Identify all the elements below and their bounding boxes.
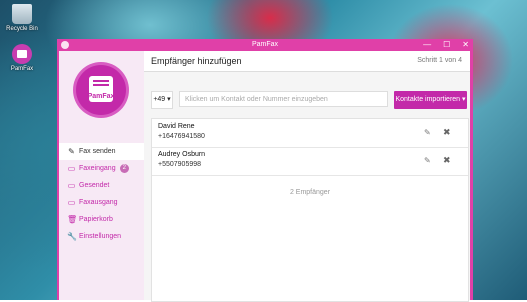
close-button[interactable]: ✕ [462,39,469,51]
recipient-number: +16476941580 [158,133,205,140]
desktop-icon-label: PamFax [10,66,34,72]
sidebar-nav: ✎ Fax senden ▭ Faxeingang 2 ▭ Gesendet ▭… [59,143,144,245]
page-title: Empfänger hinzufügen [151,56,242,66]
sidebar-item-einstellungen[interactable]: 🔧 Einstellungen [59,228,144,245]
recipient-list: David Rene +16476941580 ✎ ✖ Audrey Osbur… [151,118,469,302]
recipient-name: David Rene [158,123,195,130]
sidebar-item-label: Papierkorb [79,216,113,223]
app-icon [61,41,69,49]
sidebar-item-fax-senden[interactable]: ✎ Fax senden [59,143,144,160]
pamfax-logo: PamFax [76,65,126,115]
unread-count-badge: 2 [119,164,129,173]
remove-icon[interactable]: ✖ [443,127,451,138]
edit-pencil-icon[interactable]: ✎ [424,128,431,137]
title-bar[interactable]: PamFax — ☐ ✕ [57,39,473,51]
sidebar: PamFax ✎ Fax senden ▭ Faxeingang 2 ▭ Ges… [59,51,144,300]
window-title: PamFax [251,41,279,48]
recycle-bin-icon [12,4,32,24]
window-client: PamFax ✎ Fax senden ▭ Faxeingang 2 ▭ Ges… [59,51,470,302]
edit-pencil-icon[interactable]: ✎ [424,156,431,165]
step-indicator: Schritt 1 von 4 [417,57,462,64]
pamfax-window: PamFax — ☐ ✕ PamFax ✎ Fax senden ▭ Faxei… [57,39,473,302]
recipient-count: 2 Empfänger [289,189,331,196]
trash-icon: 🗑 [67,215,78,224]
main-content: Empfänger hinzufügen Schritt 1 von 4 +49… [144,51,470,302]
sidebar-item-label: Fax senden [79,148,116,155]
sidebar-item-label: Einstellungen [79,233,122,240]
sidebar-item-label: Gesendet [79,182,110,189]
pamfax-app-icon [12,44,32,64]
sidebar-item-faxausgang[interactable]: ▭ Faxausgang [59,194,144,211]
recipient-search-input[interactable]: Klicken um Kontakt oder Nummer einzugebe… [179,91,388,107]
recipient-number: +5507905998 [158,161,202,168]
minimize-button[interactable]: — [423,39,431,51]
wrench-icon: 🔧 [67,232,77,241]
pencil-square-icon: ✎ [68,147,75,156]
list-item[interactable]: David Rene +16476941580 ✎ ✖ [152,119,468,148]
folder-icon: ▭ [67,198,76,207]
pamfax-desktop-icon[interactable]: PamFax [2,44,42,72]
sidebar-item-papierkorb[interactable]: 🗑 Papierkorb [59,211,144,228]
sidebar-item-faxeingang[interactable]: ▭ Faxeingang 2 [59,160,144,177]
import-contacts-button[interactable]: Kontakte importieren ▾ [394,91,467,109]
folder-icon: ▭ [67,181,76,190]
country-code-dropdown[interactable]: +49 ▾ [151,91,173,109]
sidebar-item-label: Faxeingang [79,165,116,172]
logo-text: PamFax [87,93,115,100]
page-header: Empfänger hinzufügen Schritt 1 von 4 [144,51,470,72]
remove-icon[interactable]: ✖ [443,155,451,166]
recipient-name: Audrey Osburn [158,151,206,158]
sidebar-item-label: Faxausgang [79,199,118,206]
list-item[interactable]: Audrey Osburn +5507905998 ✎ ✖ [152,147,468,176]
maximize-button[interactable]: ☐ [443,39,450,51]
sidebar-item-gesendet[interactable]: ▭ Gesendet [59,177,144,194]
desktop-icon-label: Recycle Bin [6,26,38,32]
folder-open-icon: ▭ [67,164,76,173]
recycle-bin-desktop-icon[interactable]: Recycle Bin [2,4,42,32]
